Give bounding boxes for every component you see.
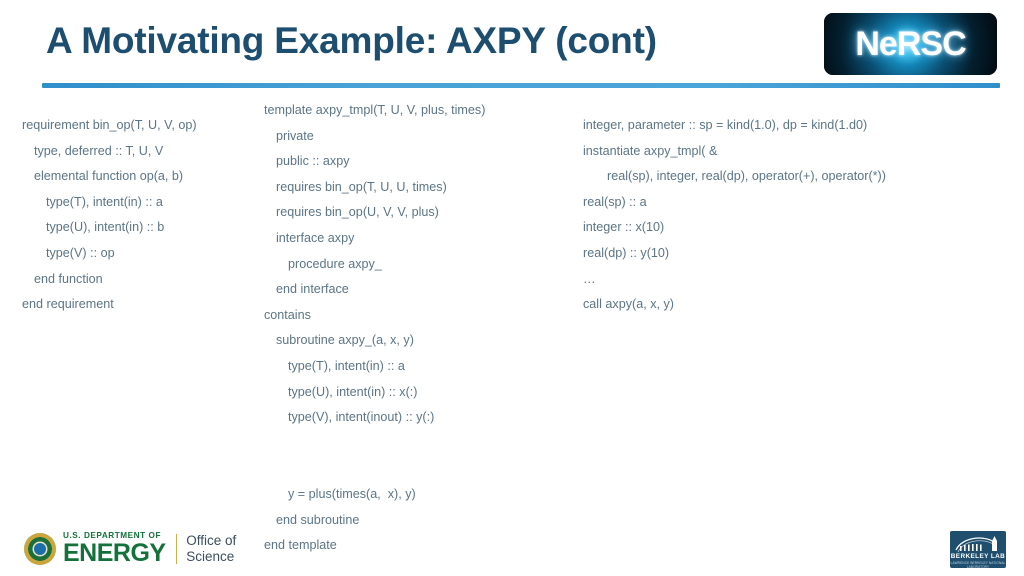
code-column-template: template axpy_tmpl(T, U, V, plus, times)…	[264, 98, 564, 559]
doe-office-of-science-logo: U.S. DEPARTMENT OF ENERGY Office of Scie…	[24, 530, 236, 568]
code-line: end subroutine	[276, 512, 360, 527]
code-line: type, deferred :: T, U, V	[34, 143, 164, 158]
doe-wordmark: U.S. DEPARTMENT OF ENERGY	[63, 531, 166, 568]
office-of-science-line-2: Science	[186, 549, 235, 564]
code-column-requirement: requirement bin_op(T, U, V, op) type, def…	[22, 113, 262, 318]
code-line: real(sp) :: a	[583, 194, 647, 209]
code-line: type(U), intent(in) :: b	[46, 220, 165, 235]
code-line: end template	[264, 538, 337, 553]
slide-canvas: A Motivating Example: AXPY (cont) NeRSC …	[0, 0, 1024, 576]
code-line: end function	[34, 271, 103, 286]
code-line: call axpy(a, x, y)	[583, 297, 674, 312]
code-line: type(V), intent(inout) :: y(:)	[288, 410, 435, 425]
code-line: real(sp), integer, real(dp), operator(+)…	[607, 169, 886, 184]
title-divider	[42, 83, 1000, 88]
code-line: integer :: x(10)	[583, 220, 665, 235]
office-of-science-line-1: Office of	[186, 533, 237, 548]
code-line: type(V) :: op	[46, 245, 115, 260]
code-line: procedure axpy_	[288, 256, 382, 271]
berkeley-lab-logo: BERKELEY LAB LAWRENCE BERKELEY NATIONAL …	[950, 531, 1006, 568]
code-line: end interface	[276, 282, 349, 297]
code-line: subroutine axpy_(a, x, y)	[276, 333, 414, 348]
code-line: interface axpy	[276, 230, 355, 245]
code-line: contains	[264, 307, 311, 322]
code-line: end requirement	[22, 297, 114, 312]
code-line: y = plus(times(a, x), y)	[288, 486, 416, 501]
code-line: instantiate axpy_tmpl( &	[583, 143, 718, 158]
berkeley-lab-name: BERKELEY LAB	[950, 553, 1006, 560]
code-column-instantiation: integer, parameter :: sp = kind(1.0), dp…	[583, 113, 983, 318]
code-line: elemental function op(a, b)	[34, 169, 184, 184]
code-line: requires bin_op(T, U, U, times)	[276, 179, 447, 194]
nersc-wordmark: NeRSC	[855, 24, 966, 63]
code-line: template axpy_tmpl(T, U, V, plus, times)	[264, 103, 486, 117]
berkeley-lab-subtitle: LAWRENCE BERKELEY NATIONAL LABORATORY	[950, 560, 1006, 569]
code-line: type(T), intent(in) :: a	[288, 358, 405, 373]
code-line: private	[276, 128, 314, 143]
office-of-science-label: Office of Science	[186, 533, 236, 565]
berkeley-arch-icon	[955, 536, 997, 553]
doe-energy-label: ENERGY	[63, 539, 166, 568]
code-line: integer, parameter :: sp = kind(1.0), dp…	[583, 118, 868, 132]
doe-seal-icon	[24, 533, 56, 565]
code-line: real(dp) :: y(10)	[583, 245, 670, 260]
code-line: type(U), intent(in) :: x(:)	[288, 384, 418, 399]
nersc-logo: NeRSC	[824, 13, 997, 75]
code-line: …	[583, 271, 596, 286]
code-line: type(T), intent(in) :: a	[46, 194, 163, 209]
doe-divider	[175, 534, 178, 564]
code-line: public :: axpy	[276, 154, 350, 169]
code-line: requires bin_op(U, V, V, plus)	[276, 205, 439, 220]
code-line: requirement bin_op(T, U, V, op)	[22, 118, 197, 132]
page-title: A Motivating Example: AXPY (cont)	[46, 20, 657, 61]
